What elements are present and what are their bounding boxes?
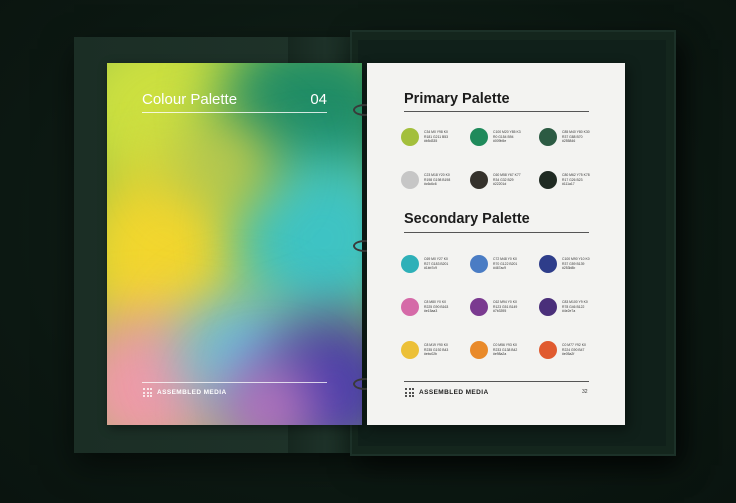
cover-number: 04 (310, 91, 327, 108)
primary-swatch: C80 M62 Y75 K78 R17 G26 B23 #111a17 (539, 171, 607, 189)
swatch-values: C100 M20 Y85 K3 R0 G154 B94 #009b5e (493, 130, 521, 144)
brand-logo-icon (405, 388, 414, 397)
swatch-value-text: #e05a2f (562, 352, 575, 357)
swatch-values: C83 M100 Y9 K0 R78 G46 B122 #4e2e7a (562, 300, 588, 314)
swatch-values: C62 M94 Y0 K0 R123 G51 B149 #7b3395 (493, 300, 517, 314)
swatch-circle (539, 171, 557, 189)
swatch-value-text: #b5d335 (424, 139, 438, 144)
secondary-swatch: C8 M19 Y90 K0 R235 G192 B43 #ebc02b (401, 341, 469, 359)
swatch-circle (401, 128, 419, 146)
page-brand: ASSEMBLED MEDIA (405, 388, 489, 397)
cover-footer-rule (142, 382, 327, 383)
page-brand-text: ASSEMBLED MEDIA (419, 389, 489, 396)
swatch-values: C69 M0 Y27 K0 R27 G183 B201 #1bb7c9 (424, 257, 448, 271)
swatch-values: C8 M80 Y0 K0 R225 G90 B163 #e15aa3 (424, 300, 448, 314)
swatch-circle (470, 171, 488, 189)
swatch-circle (539, 128, 557, 146)
secondary-swatch: C8 M80 Y0 K0 R225 G90 B163 #e15aa3 (401, 298, 469, 316)
swatch-value-text: #c6c6c6 (424, 182, 437, 187)
swatch-circle (470, 341, 488, 359)
secondary-swatch: C83 M100 Y9 K0 R78 G46 B122 #4e2e7a (539, 298, 607, 316)
swatch-values: C23 M18 Y20 K0 R198 G198 B198 #c6c6c6 (424, 173, 450, 187)
cover-brand: ASSEMBLED MEDIA (143, 388, 227, 397)
swatch-value-text: #467ac9 (493, 266, 507, 271)
swatch-value-text: #4e2e7a (562, 309, 576, 314)
swatch-circle (401, 341, 419, 359)
swatch-values: C0 M77 Y92 K0 R224 G90 B47 #e05a2f (562, 343, 586, 357)
primary-rule (404, 111, 589, 112)
page-number: 32 (582, 389, 588, 395)
secondary-swatch: C62 M94 Y0 K0 R123 G51 B149 #7b3395 (470, 298, 538, 316)
swatch-value-text: #e98a2a (493, 352, 507, 357)
secondary-swatch: C72 M48 Y0 K0 R70 G122 B201 #467ac9 (470, 255, 538, 273)
swatch-circle (470, 298, 488, 316)
swatch-values: C72 M48 Y0 K0 R70 G122 B201 #467ac9 (493, 257, 517, 271)
cover-brand-text: ASSEMBLED MEDIA (157, 389, 227, 396)
swatch-values: C85 M40 Y80 K30 R37 G88 B70 #255846 (562, 130, 590, 144)
secondary-swatch: C100 M90 Y10 K0 R37 G59 B139 #253b8b (539, 255, 607, 273)
primary-swatch: C23 M18 Y20 K0 R198 G198 B198 #c6c6c6 (401, 171, 469, 189)
primary-swatch: C85 M40 Y80 K30 R37 G88 B70 #255846 (539, 128, 607, 146)
swatch-value-text: #111a17 (562, 182, 575, 187)
secondary-palette-title: Secondary Palette (404, 211, 530, 227)
page-footer-rule (404, 381, 589, 382)
swatch-values: C60 M58 Y67 K77 R34 G32 B29 #22201d (493, 173, 521, 187)
secondary-swatch: C69 M0 Y27 K0 R27 G183 B201 #1bb7c9 (401, 255, 469, 273)
swatch-circle (401, 298, 419, 316)
cover-title: Colour Palette (142, 91, 238, 108)
swatch-circle (470, 255, 488, 273)
cover-rule (142, 112, 327, 113)
secondary-swatch: C0 M77 Y92 K0 R224 G90 B47 #e05a2f (539, 341, 607, 359)
swatch-circle (539, 255, 557, 273)
primary-swatch: C100 M20 Y85 K3 R0 G154 B94 #009b5e (470, 128, 538, 146)
cover-heading: Colour Palette 04 (142, 91, 327, 108)
swatch-values: C100 M90 Y10 K0 R37 G59 B139 #253b8b (562, 257, 590, 271)
swatch-value-text: #1bb7c9 (424, 266, 438, 271)
swatch-values: C34 M0 Y98 K0 R181 G211 B53 #b5d335 (424, 130, 448, 144)
primary-palette-title: Primary Palette (404, 91, 510, 107)
cover-page: Colour Palette 04 ASSEMBLED MEDIA (107, 63, 362, 425)
brand-logo-icon (143, 388, 152, 397)
swatch-value-text: #7b3395 (493, 309, 507, 314)
swatch-circle (470, 128, 488, 146)
palette-page: Primary Palette C34 M0 Y98 K0 R181 G211 B… (367, 63, 625, 425)
swatch-value-text: #009b5e (493, 139, 507, 144)
primary-swatch: C34 M0 Y98 K0 R181 G211 B53 #b5d335 (401, 128, 469, 146)
swatch-value-text: #22201d (493, 182, 507, 187)
swatch-value-text: #e15aa3 (424, 309, 438, 314)
swatch-values: C80 M62 Y75 K78 R17 G26 B23 #111a17 (562, 173, 590, 187)
swatch-circle (539, 298, 557, 316)
swatch-value-text: #255846 (562, 139, 576, 144)
secondary-swatch: C0 M56 Y93 K0 R233 G138 B42 #e98a2a (470, 341, 538, 359)
secondary-rule (404, 232, 589, 233)
swatch-circle (401, 255, 419, 273)
swatch-value-text: #ebc02b (424, 352, 438, 357)
swatch-value-text: #253b8b (562, 266, 576, 271)
swatch-values: C8 M19 Y90 K0 R235 G192 B43 #ebc02b (424, 343, 448, 357)
swatch-circle (539, 341, 557, 359)
swatch-circle (401, 171, 419, 189)
primary-swatch: C60 M58 Y67 K77 R34 G32 B29 #22201d (470, 171, 538, 189)
swatch-values: C0 M56 Y93 K0 R233 G138 B42 #e98a2a (493, 343, 517, 357)
